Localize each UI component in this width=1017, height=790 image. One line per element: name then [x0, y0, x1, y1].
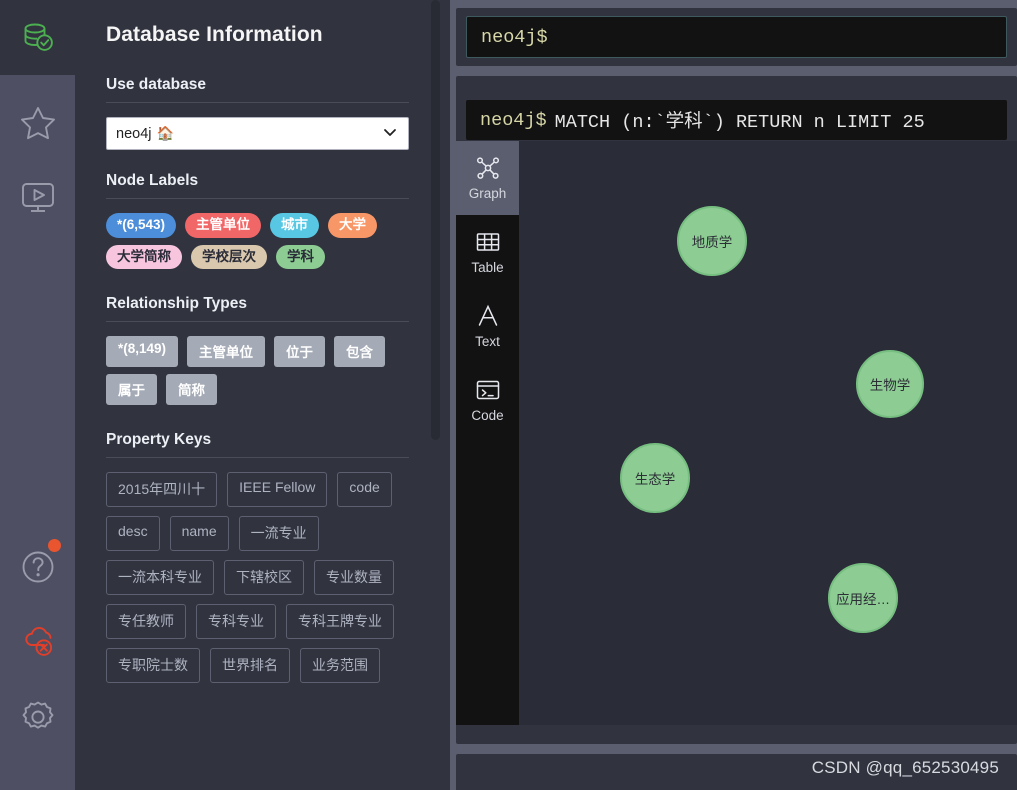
cypher-editor-input[interactable]: neo4j$ — [466, 16, 1007, 58]
property-key-chip[interactable]: 业务范围 — [300, 648, 380, 684]
view-tab-label: Text — [475, 334, 500, 349]
view-tab-graph[interactable]: Graph — [456, 141, 519, 215]
chevron-down-icon — [382, 124, 398, 144]
stream-area: neo4j$ neo4j$ MATCH (n:`学科`) RETURN n LI… — [450, 0, 1017, 790]
query-text: MATCH (n:`学科`) RETURN n LIMIT 25 — [554, 112, 925, 133]
property-keys-heading: Property Keys — [106, 431, 212, 449]
divider — [106, 321, 409, 323]
database-information-panel: Database Information Use database neo4j … — [75, 0, 450, 790]
graph-node[interactable]: 生态学 — [620, 443, 690, 513]
property-key-chip[interactable]: 专科王牌专业 — [286, 604, 394, 640]
divider — [106, 457, 409, 459]
property-key-chip[interactable]: 专业数量 — [314, 560, 394, 596]
relationship-type-chip[interactable]: *(8,149) — [106, 336, 179, 368]
node-label-chip[interactable]: 城市 — [270, 213, 320, 238]
relationship-type-chip[interactable]: 属于 — [106, 374, 157, 406]
settings-gear-icon[interactable] — [0, 679, 75, 754]
property-key-chip[interactable]: 专科专业 — [196, 604, 276, 640]
neo4j-browser-window: Database Information Use database neo4j … — [0, 0, 1017, 790]
view-tab-table[interactable]: Table — [456, 215, 519, 289]
property-key-chip[interactable]: 专任教师 — [106, 604, 186, 640]
result-frame-card: neo4j$ MATCH (n:`学科`) RETURN n LIMIT 25 … — [456, 76, 1017, 744]
property-key-chip[interactable]: code — [337, 472, 392, 508]
property-key-chip[interactable]: IEEE Fellow — [227, 472, 328, 508]
relationship-type-chip[interactable]: 简称 — [166, 374, 217, 406]
guides-play-icon[interactable] — [0, 159, 75, 234]
property-keys-list: 2015年四川十 IEEE Fellow code desc name 一流专业 一流本科专… — [106, 472, 424, 684]
relationship-types-list: *(8,149) 主管单位 位于 包含属于 简称 — [106, 336, 426, 406]
page-title: Database Information — [106, 23, 323, 46]
node-label-chip[interactable]: 主管单位 — [185, 213, 262, 238]
node-label-chip[interactable]: 大学 — [328, 213, 378, 238]
use-database-heading: Use database — [106, 76, 206, 93]
graph-nodes-icon — [475, 155, 501, 181]
query-prompt: neo4j$ — [480, 109, 547, 131]
property-key-chip[interactable]: name — [169, 516, 229, 552]
node-labels-list: *(6,543) 主管单位 城市 大学大学简称 学校层次 学科 — [106, 213, 426, 270]
view-tab-text[interactable]: Text — [456, 289, 519, 363]
help-question-icon[interactable] — [0, 529, 75, 604]
editor-prompt: neo4j$ — [481, 26, 548, 48]
property-key-chip[interactable]: 2015年四川十 — [106, 472, 218, 508]
view-tab-label: Table — [471, 260, 504, 275]
graph-visualization-canvas[interactable]: 地质学生物学生态学应用经… — [519, 141, 1017, 725]
property-key-chip[interactable]: 专职院士数 — [106, 648, 200, 684]
text-letter-a-icon — [475, 303, 501, 329]
home-database-icon: 🏠 — [156, 125, 174, 141]
help-notification-badge — [48, 539, 61, 552]
editor-card: neo4j$ — [456, 8, 1017, 66]
node-label-chip[interactable]: 学校层次 — [191, 244, 267, 270]
graph-node[interactable]: 地质学 — [677, 206, 747, 276]
divider — [106, 198, 409, 199]
property-key-chip[interactable]: 下辖校区 — [224, 560, 304, 596]
favorites-star-icon[interactable] — [0, 84, 75, 159]
node-labels-heading: Node Labels — [106, 172, 199, 189]
result-body: Graph Table Text Code 地质学生物学生态学应用经… — [456, 141, 1017, 725]
view-tab-code[interactable]: Code — [456, 363, 519, 437]
relationship-type-chip[interactable]: 包含 — [334, 336, 386, 368]
node-label-chip[interactable]: 大学简称 — [106, 244, 182, 270]
relationship-type-chip[interactable]: 位于 — [274, 336, 326, 368]
table-grid-icon — [475, 229, 501, 255]
graph-node[interactable]: 生物学 — [856, 350, 924, 418]
database-status-icon[interactable] — [0, 0, 75, 75]
property-key-chip[interactable]: desc — [106, 516, 160, 552]
use-database-select[interactable]: neo4j 🏠 — [106, 117, 409, 150]
next-frame-card — [456, 754, 1017, 790]
property-key-chip[interactable]: 一流本科专业 — [106, 560, 214, 596]
divider — [106, 102, 409, 103]
code-terminal-icon — [475, 377, 501, 403]
view-tab-label: Graph — [468, 186, 507, 201]
left-icon-rail — [0, 0, 75, 790]
relationship-type-chip[interactable]: 主管单位 — [187, 336, 266, 368]
node-label-chip[interactable]: *(6,543) — [106, 213, 177, 238]
selected-database-label: neo4j — [116, 125, 152, 142]
relationship-types-heading: Relationship Types — [106, 295, 247, 313]
node-label-chip[interactable]: 学科 — [276, 244, 325, 270]
graph-node[interactable]: 应用经… — [828, 563, 898, 633]
property-key-chip[interactable]: 一流专业 — [238, 516, 319, 552]
sidebar-scrollbar[interactable] — [431, 0, 440, 440]
property-key-chip[interactable]: 世界排名 — [210, 648, 290, 684]
view-tab-label: Code — [471, 408, 504, 423]
view-switcher: Graph Table Text Code — [456, 141, 519, 725]
cloud-disconnected-icon[interactable] — [0, 604, 75, 679]
executed-query-bar[interactable]: neo4j$ MATCH (n:`学科`) RETURN n LIMIT 25 — [466, 100, 1007, 140]
